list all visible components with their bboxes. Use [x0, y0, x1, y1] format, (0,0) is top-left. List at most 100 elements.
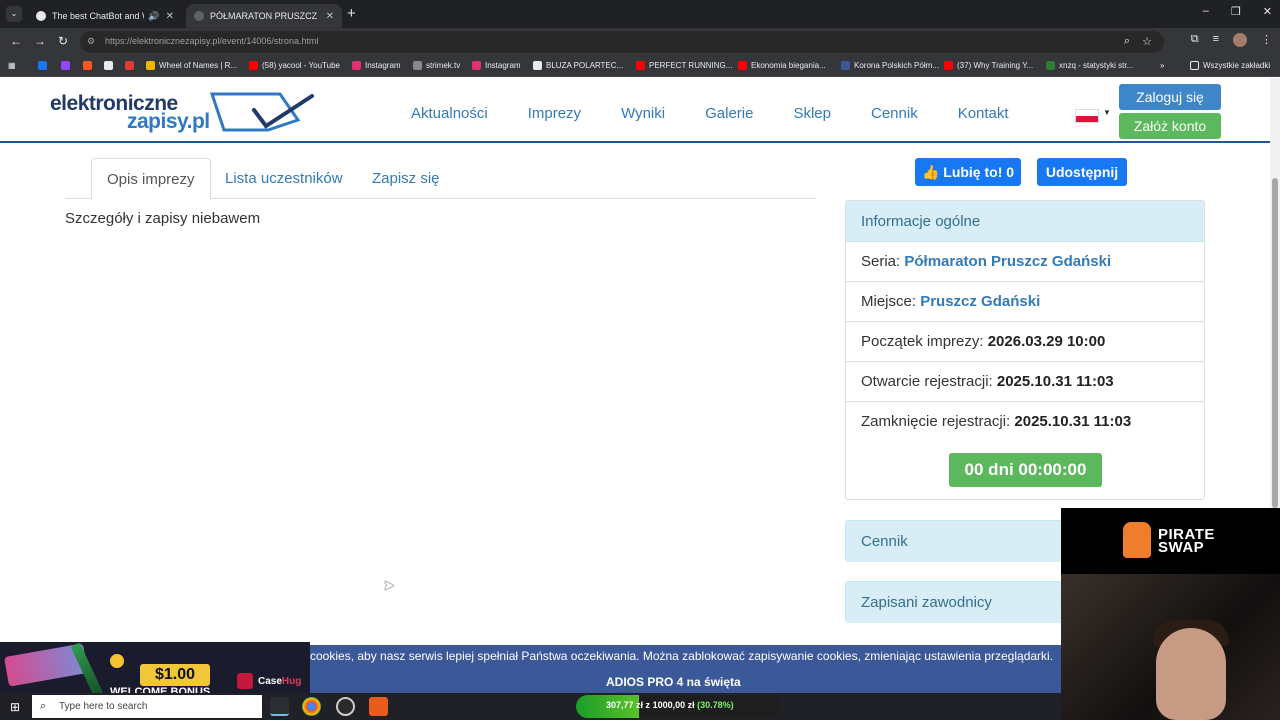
bookmark-item[interactable]: (58) yacool - YouTube	[249, 61, 340, 70]
url-text[interactable]: https://elektronicznezapisy.pl/event/140…	[105, 36, 318, 46]
site-info-icon[interactable]: ⚙	[87, 36, 98, 47]
forward-icon[interactable]: →	[34, 34, 46, 48]
bookmark-item[interactable]: xnzq - statystyki str...	[1046, 61, 1133, 70]
speaker-icon[interactable]: 🔊	[148, 11, 159, 22]
facebook-like-button[interactable]: 👍 Lubię to! 0	[915, 158, 1021, 186]
bookmark-item[interactable]: Wheel of Names | R...	[146, 61, 237, 70]
site-logo[interactable]: elektroniczne zapisy.pl	[50, 90, 315, 134]
menu-imprezy[interactable]: Imprezy	[528, 105, 581, 122]
tab-participants[interactable]: Lista uczestników	[210, 158, 358, 199]
menu-sklep[interactable]: Sklep	[793, 105, 831, 122]
bookmark-favicon-icon	[249, 61, 258, 70]
back-icon[interactable]: ←	[10, 34, 22, 48]
chrome-app-icon[interactable]	[302, 697, 321, 716]
obs-app-icon[interactable]	[336, 697, 355, 716]
bookmark-item[interactable]	[83, 61, 96, 70]
close-tab-icon[interactable]: ✕	[166, 11, 174, 22]
bookmark-favicon-icon	[413, 61, 422, 70]
bookmark-item[interactable]	[125, 61, 138, 70]
language-caret-icon[interactable]: ▼	[1103, 108, 1111, 117]
share-button[interactable]: Udostępnij	[1037, 158, 1127, 186]
register-button[interactable]: Załóż konto	[1119, 113, 1221, 139]
address-bar[interactable]: ⚙ https://elektronicznezapisy.pl/event/1…	[80, 31, 1164, 53]
bookmark-item[interactable]: Instagram	[472, 61, 521, 70]
place-link[interactable]: Pruszcz Gdański	[920, 293, 1040, 310]
bookmark-favicon-icon	[841, 61, 850, 70]
casehug-logo-icon	[237, 673, 253, 689]
zap-app-icon[interactable]	[369, 697, 388, 716]
language-flag-pl-icon[interactable]	[1075, 109, 1099, 123]
bookmark-item[interactable]: Ekonomia biegania...	[738, 61, 826, 70]
zoom-icon[interactable]: ⌕	[1124, 35, 1130, 48]
coin-icon	[110, 654, 124, 668]
taskbar-search[interactable]: ⌕ Type here to search	[32, 695, 262, 718]
bookmark-star-icon[interactable]: ☆	[1142, 35, 1152, 48]
extensions-icon[interactable]: ⧉	[1191, 33, 1199, 47]
bookmark-item[interactable]: BLUZA POLARTEC...	[533, 61, 623, 70]
countdown-badge: 00 dni 00:00:00	[949, 453, 1102, 487]
reload-icon[interactable]: ↻	[58, 34, 68, 48]
bookmark-favicon-icon	[533, 61, 542, 70]
bookmark-label: Instagram	[365, 61, 401, 70]
logo-checkmark-icon	[210, 92, 314, 132]
terminal-app-icon[interactable]	[270, 697, 289, 716]
minimize-icon[interactable]: –	[1203, 5, 1209, 18]
donation-middle: z	[645, 700, 651, 710]
more-bookmarks-chevron-icon[interactable]: »	[1160, 61, 1164, 70]
menu-cennik[interactable]: Cennik	[871, 105, 918, 122]
bookmark-item[interactable]: Instagram	[352, 61, 401, 70]
restore-icon[interactable]: ❐	[1231, 5, 1241, 18]
login-button[interactable]: Zaloguj się	[1119, 84, 1221, 110]
bonus-amount: $1.00	[140, 664, 210, 686]
pirateswap-wordmark: PIRATE SWAP	[1158, 527, 1215, 556]
bookmark-item[interactable]: (37) Why Training Y...	[944, 61, 1033, 70]
profile-avatar[interactable]	[1233, 33, 1247, 47]
menu-aktualnosci[interactable]: Aktualności	[411, 105, 488, 122]
media-controls-icon[interactable]: ≡	[1213, 33, 1219, 47]
windows-start-icon[interactable]: ⊞	[10, 700, 20, 714]
donation-percent: (30.78%)	[697, 700, 734, 710]
casehug-brand: CaseHug	[258, 676, 301, 687]
tab-search-button[interactable]: ⌄	[6, 6, 22, 22]
bookmark-favicon-icon	[61, 61, 70, 70]
brand-line-2: SWAP	[1158, 539, 1205, 556]
bookmark-label: Ekonomia biegania...	[751, 61, 826, 70]
browser-tab-chatbot[interactable]: The best ChatBot and Widg 🔊 ✕	[28, 4, 182, 28]
windows-taskbar: ⊞ ⌕ Type here to search 307,77 zł z 1000…	[0, 693, 1061, 720]
menu-galerie[interactable]: Galerie	[705, 105, 753, 122]
bookmark-favicon-icon	[1046, 61, 1055, 70]
tab-description[interactable]: Opis imprezy	[91, 158, 211, 200]
all-bookmarks[interactable]: Wszystkie zakładki	[1190, 61, 1270, 70]
browser-tab-bar: ⌄ The best ChatBot and Widg 🔊 ✕ PÓŁMARAT…	[0, 0, 1280, 28]
folder-icon	[1190, 61, 1199, 70]
webcam-overlay: PIRATE SWAP	[1061, 508, 1280, 720]
reg-open-value: 2025.10.31 11:03	[996, 373, 1114, 390]
apps-grid-icon[interactable]: ▦	[8, 61, 16, 70]
tab-signup[interactable]: Zapisz się	[357, 158, 455, 199]
pirate-mascot-icon	[1123, 522, 1151, 558]
scrollbar-thumb[interactable]	[1272, 178, 1278, 508]
close-window-icon[interactable]: ✕	[1263, 5, 1272, 18]
start-row: Początek imprezy: 2026.03.29 10:00	[846, 322, 1204, 362]
series-link[interactable]: Półmaraton Pruszcz Gdański	[904, 253, 1111, 270]
bookmark-label: Wheel of Names | R...	[159, 61, 238, 70]
bookmark-item[interactable]: Korona Polskich Półm...	[841, 61, 939, 70]
browser-tab-polmaraton[interactable]: PÓŁMARATON PRUSZCZ GDAŃ ✕	[186, 4, 342, 28]
donation-text: 307,77 zł z 1000,00 zł (30.78%)	[606, 700, 734, 710]
bookmark-item[interactable]	[61, 61, 74, 70]
bookmark-item[interactable]: strimek.tv	[413, 61, 460, 70]
panel-heading: Informacje ogólne	[846, 201, 1204, 242]
new-tab-icon[interactable]: +	[347, 5, 356, 22]
donation-goal: 1000,00 zł	[652, 700, 695, 710]
donation-goal-bar: 307,77 zł z 1000,00 zł (30.78%)	[576, 695, 780, 718]
bookmark-favicon-icon	[83, 61, 92, 70]
streamer-face	[1156, 628, 1226, 720]
close-tab-icon[interactable]: ✕	[326, 11, 334, 22]
menu-wyniki[interactable]: Wyniki	[621, 105, 665, 122]
menu-kontakt[interactable]: Kontakt	[958, 105, 1009, 122]
bookmark-item[interactable]	[104, 61, 117, 70]
bookmark-item[interactable]: PERFECT RUNNING...	[636, 61, 732, 70]
like-label: Lubię to! 0	[943, 164, 1015, 180]
bookmark-item[interactable]	[38, 61, 51, 70]
browser-menu-icon[interactable]: ⋮	[1261, 33, 1272, 47]
